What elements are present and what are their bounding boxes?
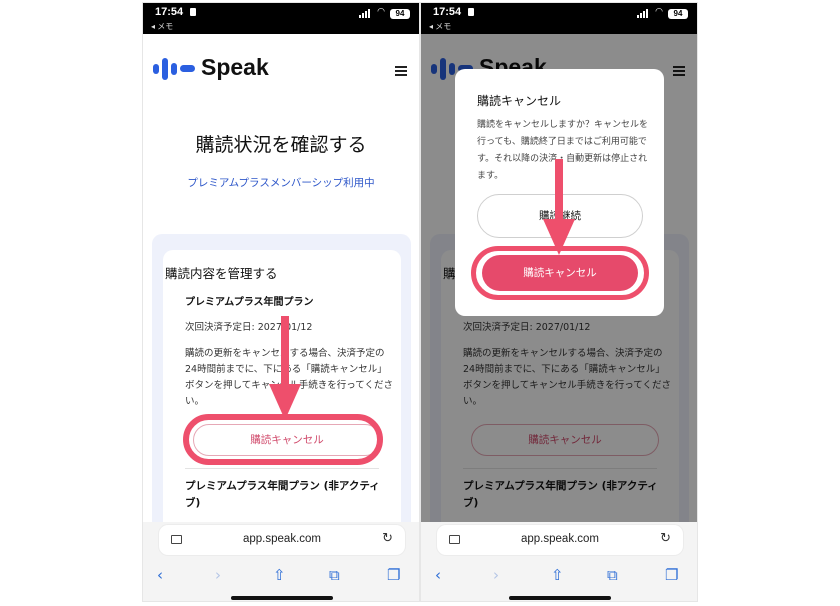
annotation-arrow-icon: [543, 159, 575, 255]
bookmarks-icon[interactable]: ⧉: [607, 566, 618, 584]
signal-icon: [637, 9, 649, 18]
divider: [185, 468, 379, 469]
inactive-plan-name: プレミアムプラス年間プラン (非アクティブ): [185, 480, 380, 509]
dialog-title: 購読キャンセル: [477, 94, 562, 108]
status-bar: 17:54 ◂ メモ ◠ 94: [421, 3, 697, 34]
status-time: 17:54: [155, 6, 184, 18]
web-content: Speak 購読状況を確認する プレミアムプラスメンバーシップ利用中 購読内容を…: [143, 34, 419, 522]
wifi-icon: ◠: [377, 7, 385, 17]
reload-icon[interactable]: ↻: [660, 531, 671, 546]
plan-name: プレミアムプラス年間プラン: [185, 297, 314, 308]
brand-name[interactable]: Speak: [201, 54, 269, 81]
tabs-icon[interactable]: ❐: [387, 566, 400, 584]
web-content: Speak 購読状況を確認する プレミアムプラスメンバーシップ利用中 購読内容を…: [421, 34, 697, 522]
bookmarks-icon[interactable]: ⧉: [329, 566, 340, 584]
tabs-icon[interactable]: ❐: [665, 566, 678, 584]
share-icon[interactable]: ⇧: [551, 566, 564, 584]
lock-icon: [468, 8, 474, 16]
browser-toolbar: ‹ › ⇧ ⧉ ❐: [421, 562, 697, 601]
url-text[interactable]: app.speak.com: [159, 533, 405, 545]
hamburger-menu-icon[interactable]: [395, 66, 407, 76]
browser-toolbar: ‹ › ⇧ ⧉ ❐: [143, 562, 419, 601]
annotation-highlight-ring: [183, 414, 383, 465]
annotation-arrow-icon: [269, 316, 301, 420]
forward-icon[interactable]: ›: [215, 566, 221, 584]
wifi-icon: ◠: [655, 7, 663, 17]
share-icon[interactable]: ⇧: [273, 566, 286, 584]
reload-icon[interactable]: ↻: [382, 531, 393, 546]
back-icon[interactable]: ‹: [157, 566, 163, 584]
lock-icon: [190, 8, 196, 16]
battery-icon: 94: [390, 9, 410, 19]
site-header: Speak: [143, 34, 419, 104]
url-text[interactable]: app.speak.com: [437, 533, 683, 545]
forward-icon[interactable]: ›: [493, 566, 499, 584]
membership-status-link[interactable]: プレミアムプラスメンバーシップ利用中: [143, 175, 419, 190]
battery-icon: 94: [668, 9, 688, 19]
status-bar: 17:54 ◂ メモ ◠ 94: [143, 3, 419, 34]
address-bar: app.speak.com ↻: [421, 522, 697, 562]
back-to-app-link[interactable]: ◂ メモ: [429, 21, 451, 32]
address-bar: app.speak.com ↻: [143, 522, 419, 562]
url-field[interactable]: app.speak.com ↻: [159, 525, 405, 555]
status-time: 17:54: [433, 6, 462, 18]
cancel-dialog: 購読キャンセル 購読をキャンセルしますか？キャンセルを行っても、購読終了日までは…: [455, 69, 664, 316]
page-title: 購読状況を確認する: [195, 134, 367, 156]
home-indicator: [509, 596, 611, 600]
signal-icon: [359, 9, 371, 18]
speak-logo-icon[interactable]: [153, 58, 197, 80]
home-indicator: [231, 596, 333, 600]
card-title: 購読内容を管理する: [165, 266, 278, 281]
phone-screen-subscription: 17:54 ◂ メモ ◠ 94 Speak 購読状況を確認する プレミアムプラス…: [142, 2, 420, 602]
back-icon[interactable]: ‹: [435, 566, 441, 584]
phone-screen-cancel-dialog: 17:54 ◂ メモ ◠ 94 Speak 購読状況を確認する プレミアムプラス…: [420, 2, 698, 602]
back-to-app-link[interactable]: ◂ メモ: [151, 21, 173, 32]
url-field[interactable]: app.speak.com ↻: [437, 525, 683, 555]
